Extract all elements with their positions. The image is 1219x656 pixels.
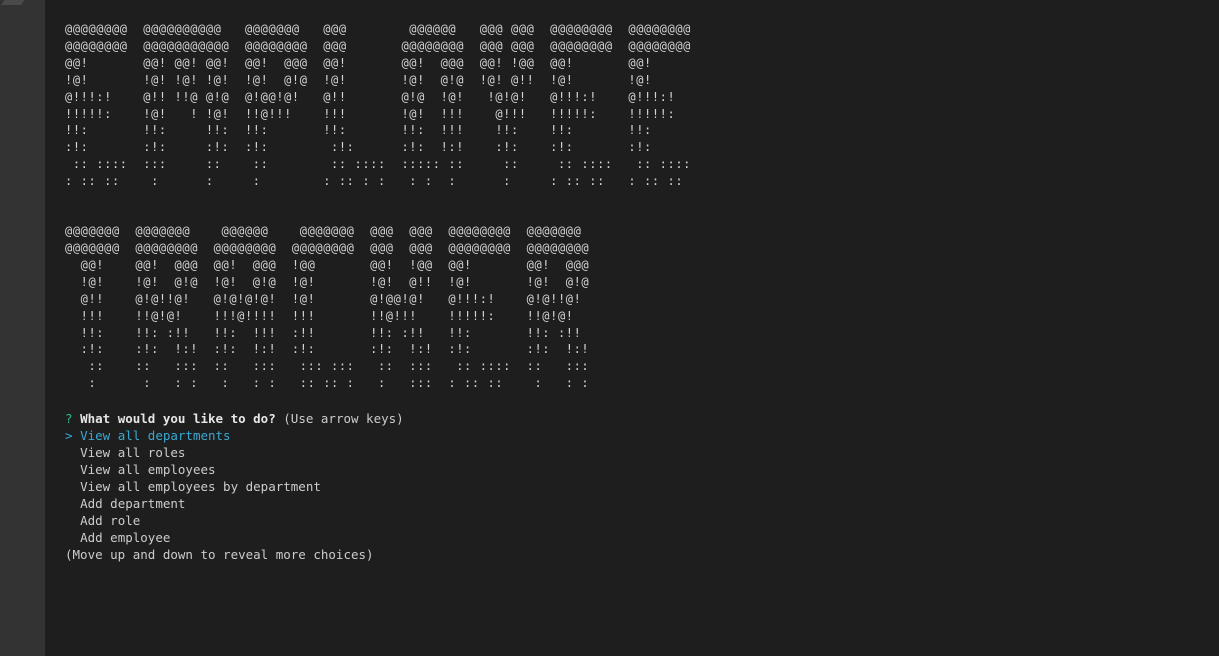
choice-view-all-departments[interactable]: > View all departments <box>65 427 1209 444</box>
choice-label: View all employees by department <box>80 479 321 495</box>
terminal-output[interactable]: @@@@@@@@ @@@@@@@@@@ @@@@@@@ @@@ @@@@@@ @… <box>65 21 1209 656</box>
choice-view-all-employees[interactable]: View all employees <box>65 461 1209 478</box>
choice-add-role[interactable]: Add role <box>65 512 1209 529</box>
prompt-question-line: ? What would you like to do? (Use arrow … <box>65 410 1209 427</box>
ascii-banner-subtitle: @@@@@@@ @@@@@@@ @@@@@@ @@@@@@@ @@@ @@@ @… <box>65 224 590 391</box>
activity-bar <box>0 0 45 656</box>
pointer-icon: > <box>65 428 73 444</box>
choice-add-employee[interactable]: Add employee <box>65 529 1209 546</box>
more-choices-hint: (Move up and down to reveal more choices… <box>65 547 374 563</box>
choice-label: View all roles <box>80 445 186 461</box>
choice-label: View all employees <box>80 462 216 478</box>
prompt-hint: (Use arrow keys) <box>283 411 404 427</box>
choice-add-department[interactable]: Add department <box>65 495 1209 512</box>
ascii-banner-title: @@@@@@@@ @@@@@@@@@@ @@@@@@@ @@@ @@@@@@ @… <box>65 22 691 189</box>
choice-label: Add role <box>80 513 141 529</box>
prompt-question: What would you like to do? <box>80 411 276 427</box>
choice-view-all-employees-by-department[interactable]: View all employees by department <box>65 478 1209 495</box>
inquirer-prompt: ? What would you like to do? (Use arrow … <box>65 410 1209 563</box>
question-mark-icon: ? <box>65 411 73 427</box>
choice-label: Add department <box>80 496 186 512</box>
choice-label: View all departments <box>80 428 231 444</box>
choice-view-all-roles[interactable]: View all roles <box>65 444 1209 461</box>
tab-handle-icon[interactable] <box>1 0 31 5</box>
choice-label: Add employee <box>80 530 171 546</box>
terminal-window: @@@@@@@@ @@@@@@@@@@ @@@@@@@ @@@ @@@@@@ @… <box>0 0 1219 656</box>
